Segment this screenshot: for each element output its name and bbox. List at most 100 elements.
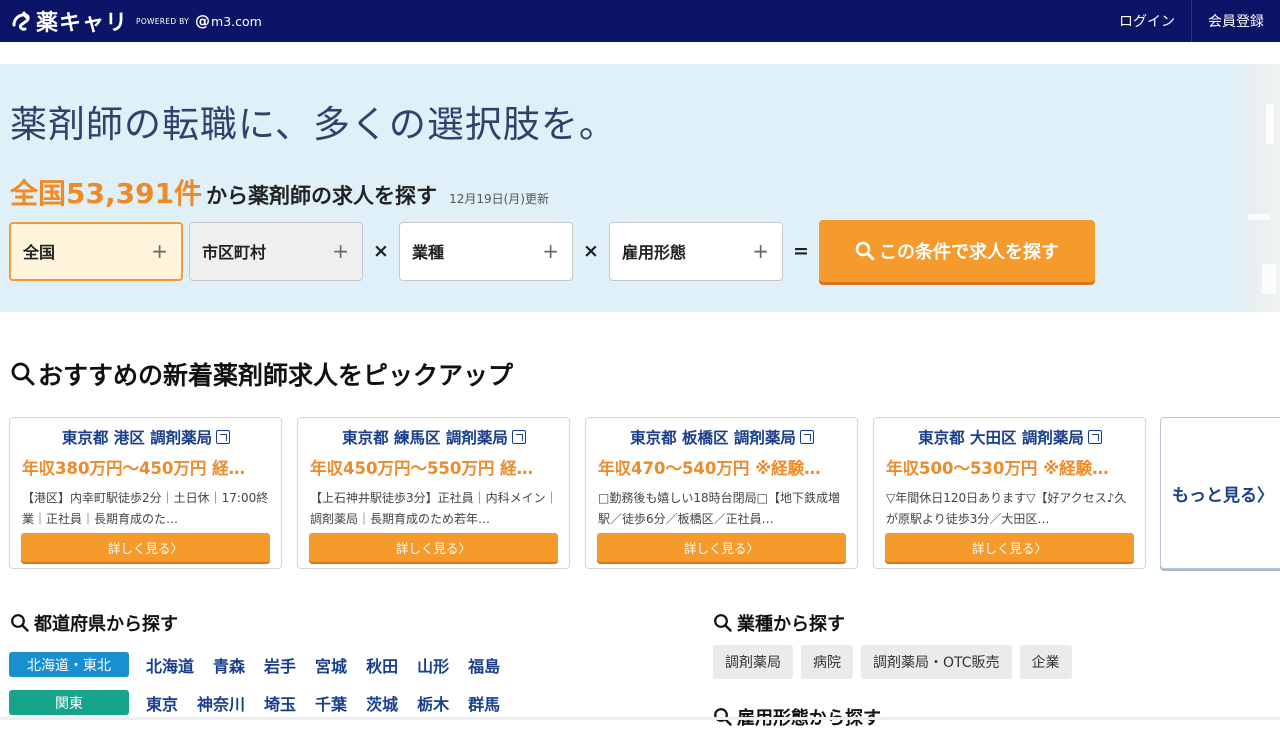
job-card-salary: 年収450万円～550万円 経… — [310, 459, 534, 478]
register-link[interactable]: 会員登録 — [1192, 0, 1280, 42]
hero-search-panel: 薬剤師の転職に、多くの選択肢を。 全国53,391件 から薬剤師の求人を探す 1… — [0, 64, 1280, 312]
prefecture-link[interactable]: 茨城 — [366, 691, 398, 715]
header-actions: ログイン 会員登録 — [1103, 0, 1280, 42]
logo-text: 薬キャリ — [36, 11, 129, 36]
job-card-description: 【上石神井駅徒歩3分】正社員｜内科メイン｜調剤薬局｜長期育成のため若年… — [310, 491, 558, 526]
job-card-description: 【港区】内幸町駅徒歩2分｜土日休｜17:00終業｜正社員｜長期育成のた… — [22, 491, 269, 526]
external-link-icon — [511, 430, 526, 444]
prefecture-link[interactable]: 北海道 — [146, 653, 194, 677]
prefecture-link[interactable]: 群馬 — [468, 691, 500, 715]
partner-name: m3.com — [211, 13, 262, 29]
prefecture-link[interactable]: 山形 — [417, 653, 449, 677]
job-card[interactable]: 東京都 港区 調剤薬局 年収380万円～450万円 経… 【港区】内幸町駅徒歩2… — [9, 417, 282, 569]
hero-background-photo — [1236, 64, 1280, 312]
job-card[interactable]: 東京都 大田区 調剤薬局 年収500～530万円 ※経験… ▽年間休日120日あ… — [873, 417, 1146, 569]
prefecture-section-title: 都道府県から探す — [10, 610, 178, 636]
job-card-location: 東京都 港区 調剤薬局 — [61, 429, 213, 447]
m3-swirl-icon: @ — [195, 12, 211, 30]
times-operator: × — [583, 240, 599, 262]
area-select-label: 全国 — [23, 243, 56, 262]
job-count: 全国53,391件 — [10, 177, 203, 210]
pickup-card-list: 東京都 港区 調剤薬局 年収380万円～450万円 経… 【港区】内幸町駅徒歩2… — [9, 417, 1161, 569]
region-badge: 関東 — [9, 690, 129, 715]
industry-select[interactable]: 業種 + — [399, 221, 573, 281]
job-card-detail-button[interactable]: 詳しく見る〉 — [21, 533, 270, 562]
search-button[interactable]: この条件で求人を探す — [819, 220, 1095, 282]
industry-tag[interactable]: 企業 — [1019, 645, 1072, 679]
external-link-icon — [216, 430, 231, 444]
pickup-title: おすすめの新着薬剤師求人をピックアップ — [38, 361, 514, 390]
updated-date: 12月19日(月)更新 — [449, 192, 549, 206]
more-jobs-button[interactable]: もっと見る〉 — [1160, 417, 1280, 569]
job-card-detail-button[interactable]: 詳しく見る〉 — [309, 533, 558, 562]
plus-icon: + — [151, 239, 168, 263]
job-card-detail-button[interactable]: 詳しく見る〉 — [885, 533, 1134, 562]
plus-icon: + — [752, 239, 769, 263]
search-filter-row: 全国 + 市区町村 + × 業種 + × 雇用形態 + = この条件で求人を探す — [9, 220, 1095, 282]
prefecture-link[interactable]: 秋田 — [366, 653, 398, 677]
job-card-salary: 年収380万円～450万円 経… — [22, 459, 246, 478]
area-select[interactable]: 全国 + — [9, 221, 183, 281]
job-count-line: 全国53,391件 から薬剤師の求人を探す 12月19日(月)更新 — [10, 172, 549, 212]
prefecture-link[interactable]: 神奈川 — [197, 691, 245, 715]
job-count-suffix: から薬剤師の求人を探す — [206, 184, 438, 208]
job-card-header[interactable]: 東京都 大田区 調剤薬局 — [886, 426, 1134, 448]
more-jobs-label: もっと見る〉 — [1172, 485, 1274, 506]
partner-logo: @ m3.com — [195, 12, 262, 30]
prefecture-link[interactable]: 宮城 — [315, 653, 347, 677]
job-card-location: 東京都 大田区 調剤薬局 — [918, 429, 1084, 447]
region-row-tohoku: 北海道・東北 北海道 青森 岩手 宮城 秋田 山形 福島 — [9, 652, 519, 677]
employment-select-label: 雇用形態 — [622, 243, 687, 262]
job-card[interactable]: 東京都 板橋区 調剤薬局 年収470～540万円 ※経験… □勤務後も嬉しい18… — [585, 417, 858, 569]
prefecture-link[interactable]: 福島 — [468, 653, 500, 677]
prefecture-link[interactable]: 青森 — [213, 653, 245, 677]
job-card-description: ▽年間休日120日あります▽【好アクセス♪久が原駅より徒歩3分／大田区… — [886, 491, 1127, 526]
job-card-description: □勤務後も嬉しい18時台閉局□【地下鉄成増駅／徒歩6分／板橋区／正社員… — [598, 491, 840, 526]
job-card[interactable]: 東京都 練馬区 調剤薬局 年収450万円～550万円 経… 【上石神井駅徒歩3分… — [297, 417, 570, 569]
employment-select[interactable]: 雇用形態 + — [609, 221, 783, 281]
job-card-location: 東京都 練馬区 調剤薬局 — [342, 429, 508, 447]
logo-mark-icon — [12, 11, 30, 31]
prefecture-title: 都道府県から探す — [34, 614, 178, 635]
job-card-salary: 年収470～540万円 ※経験… — [598, 459, 821, 478]
prefecture-link[interactable]: 東京 — [146, 691, 178, 715]
region-row-kanto: 関東 東京 神奈川 埼玉 千葉 茨城 栃木 群馬 — [9, 690, 519, 715]
job-card-salary: 年収500～530万円 ※経験… — [886, 459, 1109, 478]
job-card-detail-button[interactable]: 詳しく見る〉 — [597, 533, 846, 562]
industry-select-label: 業種 — [412, 243, 445, 262]
industry-tag[interactable]: 病院 — [801, 645, 853, 679]
industry-tag[interactable]: 調剤薬局・OTC販売 — [861, 645, 1012, 679]
industry-tag-list: 調剤薬局 病院 調剤薬局・OTC販売 企業 — [713, 645, 1080, 679]
prefecture-link[interactable]: 埼玉 — [264, 691, 296, 715]
pickup-section-title: おすすめの新着薬剤師求人をピックアップ — [10, 356, 513, 392]
job-card-location: 東京都 板橋区 調剤薬局 — [630, 429, 796, 447]
hero-tagline: 薬剤師の転職に、多くの選択肢を。 — [10, 103, 617, 146]
city-select[interactable]: 市区町村 + — [189, 221, 363, 281]
search-button-label: この条件で求人を探す — [879, 242, 1059, 263]
external-link-icon — [799, 430, 814, 444]
prefecture-link[interactable]: 岩手 — [264, 653, 296, 677]
prefecture-link[interactable]: 千葉 — [315, 691, 347, 715]
plus-icon: + — [542, 239, 559, 263]
job-card-header[interactable]: 東京都 板橋区 調剤薬局 — [598, 426, 846, 448]
region-badge: 北海道・東北 — [9, 652, 129, 677]
search-icon — [11, 362, 35, 386]
times-operator: × — [373, 240, 389, 262]
job-card-header[interactable]: 東京都 港区 調剤薬局 — [22, 426, 270, 448]
plus-icon: + — [332, 239, 349, 263]
industry-tag[interactable]: 調剤薬局 — [713, 645, 793, 679]
site-logo[interactable]: 薬キャリ POWERED BY @ m3.com — [10, 5, 262, 37]
powered-by-label: POWERED BY — [136, 16, 190, 26]
industry-section-title: 業種から探す — [713, 610, 845, 636]
search-icon — [714, 614, 732, 632]
top-header: 薬キャリ POWERED BY @ m3.com ログイン 会員登録 — [0, 0, 1280, 42]
search-icon — [855, 241, 875, 261]
city-select-label: 市区町村 — [202, 243, 267, 262]
equals-operator: = — [793, 240, 809, 262]
industry-title: 業種から探す — [737, 614, 845, 635]
external-link-icon — [1087, 430, 1102, 444]
search-icon — [11, 614, 29, 632]
prefecture-link[interactable]: 栃木 — [417, 691, 449, 715]
job-card-header[interactable]: 東京都 練馬区 調剤薬局 — [310, 426, 558, 448]
login-link[interactable]: ログイン — [1103, 0, 1191, 42]
